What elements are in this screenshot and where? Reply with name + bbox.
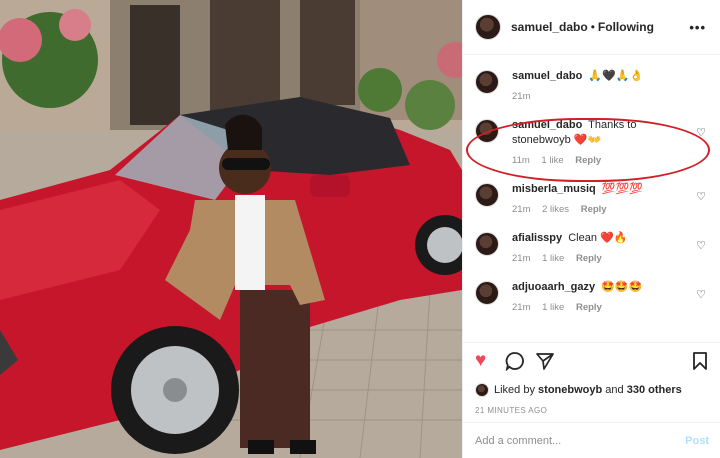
comment-time[interactable]: 21m (512, 91, 530, 102)
comment-meta: 21m 1 like Reply (512, 253, 692, 264)
comment-item: misberla_musiq 💯💯💯 21m 2 likes Reply ♡ (475, 174, 708, 215)
comment-username[interactable]: samuel_dabo (512, 119, 582, 131)
ellipsis-icon[interactable]: ••• (689, 20, 706, 35)
comment-username[interactable]: adjuoaarh_gazy (512, 281, 595, 293)
comment-icon[interactable] (505, 351, 525, 376)
reply-button[interactable]: Reply (575, 155, 601, 166)
comment-likes[interactable]: 1 like (542, 253, 564, 264)
avatar[interactable] (475, 232, 499, 256)
post-author[interactable]: samuel_dabo (511, 20, 588, 34)
comment-username[interactable]: samuel_dabo (512, 70, 582, 82)
avatar[interactable] (475, 183, 499, 207)
comment-list: samuel_dabo 🙏🖤🙏👌 21m samuel_dabo Thanks … (463, 55, 720, 341)
heart-outline-icon[interactable]: ♡ (696, 288, 706, 301)
comment-username[interactable]: misberla_musiq (512, 183, 596, 195)
avatar[interactable] (475, 281, 499, 305)
comment-item: samuel_dabo Thanks to stonebwoyb ❤️👐 11m… (475, 110, 708, 166)
likes-summary: Liked by stonebwoyb and 330 others (475, 383, 709, 397)
liked-by-and: and (605, 384, 624, 396)
liked-by-user[interactable]: stonebwoyb (538, 384, 602, 396)
separator-dot: • (590, 20, 595, 34)
comment-item: adjuoaarh_gazy 🤩🤩🤩 21m 1 like Reply ♡ (475, 272, 708, 313)
comment-time[interactable]: 21m (512, 204, 530, 215)
comment-likes[interactable]: 1 like (541, 155, 563, 166)
comment-text: 🙏🖤🙏👌 (588, 70, 644, 82)
follow-status[interactable]: Following (598, 20, 654, 34)
reply-button[interactable]: Reply (576, 302, 602, 313)
reply-button[interactable]: Reply (581, 204, 607, 215)
comment-input[interactable] (475, 434, 686, 447)
reply-button[interactable]: Reply (576, 253, 602, 264)
comment-text: Clean ❤️🔥 (568, 232, 628, 244)
comment-meta: 21m 2 likes Reply (512, 204, 692, 215)
heart-filled-icon[interactable]: ♥ (475, 351, 486, 371)
post-side-panel: samuel_dabo • Following ••• samuel_dabo … (462, 0, 720, 458)
comment-likes[interactable]: 2 likes (542, 204, 569, 215)
heart-outline-icon[interactable]: ♡ (696, 190, 706, 203)
comment-composer: Post (463, 422, 720, 458)
post-button[interactable]: Post (685, 435, 709, 447)
liked-by-others[interactable]: 330 others (627, 384, 682, 396)
bookmark-icon[interactable] (691, 351, 709, 376)
post-photo[interactable] (0, 0, 462, 458)
comment-meta: 11m 1 like Reply (512, 155, 692, 166)
post-actions: ♥ Liked by stonebwoyb and 330 others 21 … (463, 342, 720, 415)
comment-item: afialisspy Clean ❤️🔥 21m 1 like Reply ♡ (475, 223, 708, 264)
heart-outline-icon[interactable]: ♡ (696, 126, 706, 139)
avatar[interactable] (475, 119, 499, 143)
comment-time[interactable]: 11m (512, 155, 530, 166)
comment-meta: 21m 1 like Reply (512, 302, 692, 313)
action-icons-row: ♥ (475, 351, 709, 373)
paper-plane-icon[interactable] (535, 351, 555, 376)
comment-meta: 21m (512, 91, 692, 102)
comment-username[interactable]: afialisspy (512, 232, 562, 244)
comment-text: 💯💯💯 (601, 183, 643, 195)
avatar[interactable] (475, 70, 499, 94)
comment-likes[interactable]: 1 like (542, 302, 564, 313)
comment-time[interactable]: 21m (512, 253, 530, 264)
comment-item: samuel_dabo 🙏🖤🙏👌 21m (475, 61, 708, 102)
comment-text: 🤩🤩🤩 (601, 281, 643, 293)
comment-time[interactable]: 21m (512, 302, 530, 313)
liked-by-prefix: Liked by (494, 384, 535, 396)
post-header: samuel_dabo • Following ••• (463, 0, 720, 55)
post-timestamp[interactable]: 21 MINUTES AGO (475, 406, 709, 415)
heart-outline-icon[interactable]: ♡ (696, 239, 706, 252)
avatar[interactable] (475, 14, 501, 40)
avatar[interactable] (475, 383, 489, 397)
